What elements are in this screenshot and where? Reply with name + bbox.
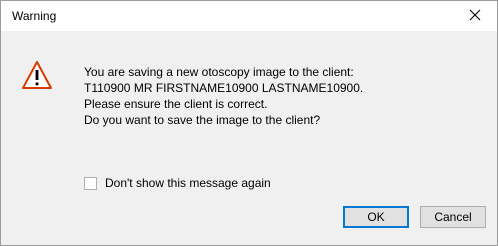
cancel-button[interactable]: Cancel: [420, 206, 486, 228]
warning-dialog: Warning You are saving a new otoscopy im…: [0, 0, 498, 246]
message-line: T110900 MR FIRSTNAME10900 LASTNAME10900.: [84, 81, 364, 95]
close-icon: [469, 9, 481, 24]
title-bar: Warning: [1, 1, 497, 31]
close-button[interactable]: [453, 1, 497, 31]
dont-show-again-checkbox[interactable]: [84, 176, 97, 190]
window-title: Warning: [12, 9, 57, 23]
message-line: You are saving a new otoscopy image to t…: [84, 65, 354, 79]
dont-show-again-row[interactable]: Don't show this message again: [84, 176, 271, 190]
warning-icon: [21, 59, 53, 91]
message-line: Do you want to save the image to the cli…: [84, 113, 321, 127]
ok-button[interactable]: OK: [343, 206, 409, 228]
message-text: You are saving a new otoscopy image to t…: [84, 64, 484, 128]
message-line: Please ensure the client is correct.: [84, 97, 268, 111]
dialog-body: You are saving a new otoscopy image to t…: [1, 31, 497, 245]
dont-show-again-label[interactable]: Don't show this message again: [105, 176, 271, 190]
